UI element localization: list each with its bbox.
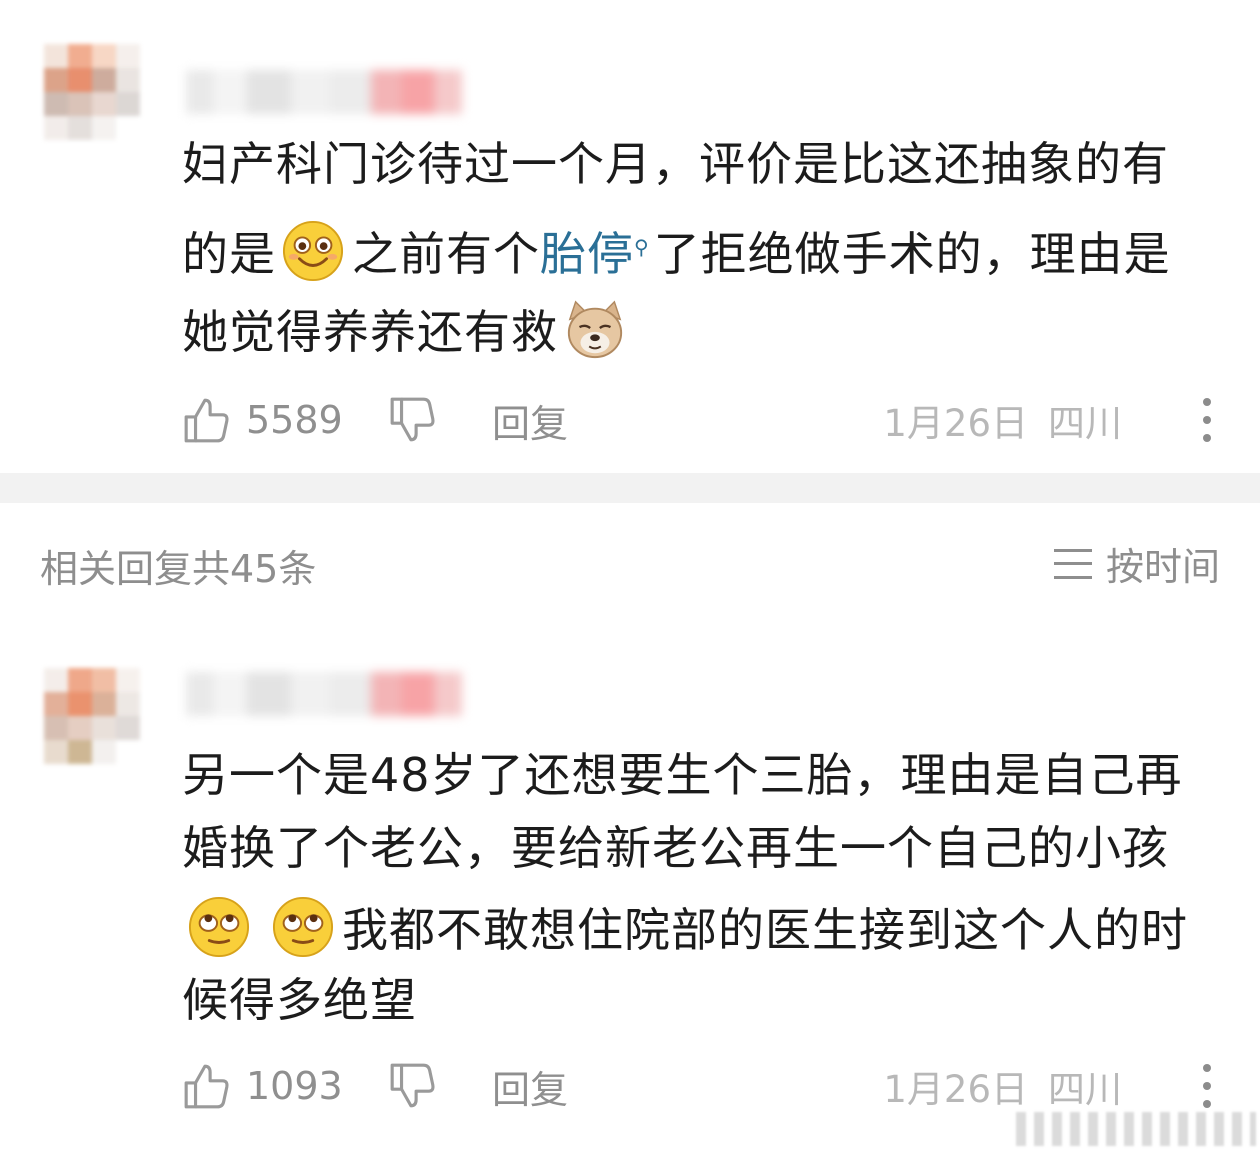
comment-text: 的是: [182, 227, 276, 281]
comment-text-line: 妇产科门诊待过一个月，评价是比这还抽象的有: [182, 137, 1169, 191]
replies-count-header: 相关回复共45条: [40, 547, 317, 591]
thumbs-down-icon: [390, 397, 435, 442]
search-icon[interactable]: ⚲: [634, 235, 650, 259]
comment-location: 四川: [1048, 1068, 1122, 1111]
reply-button[interactable]: 回复: [492, 1056, 568, 1116]
smile-emoji-icon: [282, 220, 344, 282]
username-blurred[interactable]: [186, 70, 462, 114]
comment-text: 了拒绝做手术的，理由是: [653, 227, 1171, 281]
like-count: 1093: [246, 1064, 343, 1108]
comment-text-line: 的是 之前有个胎停⚲了拒绝做手术的，理由是: [182, 205, 1171, 297]
dislike-button[interactable]: [388, 1056, 438, 1116]
comment-text-line: 她觉得养养还有救: [182, 290, 634, 375]
username-blurred[interactable]: [186, 672, 462, 716]
comment-text-line: 婚换了个老公，要给新老公再生一个自己的小孩: [182, 821, 1169, 875]
sort-button[interactable]: 按时间: [1053, 536, 1220, 591]
avatar[interactable]: [44, 668, 140, 764]
comment-date: 1月26日: [883, 402, 1028, 445]
like-button[interactable]: 1093: [182, 1056, 343, 1116]
thumbs-up-icon: [184, 398, 229, 443]
avatar[interactable]: [44, 44, 140, 140]
comment-text: 我都不敢想住院部的医生接到这个人的时: [342, 903, 1188, 957]
thumbs-up-icon: [184, 1064, 229, 1109]
comment-text-line: 候得多绝望: [182, 973, 417, 1027]
more-vertical-icon[interactable]: [1200, 1064, 1214, 1108]
rolling-eyes-emoji-icon: [272, 896, 334, 958]
like-button[interactable]: 5589: [182, 390, 343, 450]
sort-label: 按时间: [1105, 545, 1220, 589]
comment-text: 之前有个: [352, 227, 540, 281]
comment-meta: 1月26日 四川: [883, 390, 1122, 450]
thumbs-down-icon: [390, 1063, 435, 1108]
keyword-link[interactable]: 胎停: [540, 227, 634, 281]
more-vertical-icon[interactable]: [1200, 398, 1214, 442]
comment-location: 四川: [1048, 402, 1122, 445]
section-divider: [0, 473, 1260, 503]
like-count: 5589: [246, 398, 343, 442]
comment-text: 她觉得养养还有救: [182, 305, 558, 359]
reply-button[interactable]: 回复: [492, 390, 568, 450]
comment-date: 1月26日: [883, 1068, 1028, 1111]
sort-lines-icon: [1053, 548, 1092, 579]
rolling-eyes-emoji-icon: [188, 896, 250, 958]
dislike-button[interactable]: [388, 390, 438, 450]
comment-actions: 1093 回复 1月26日 四川: [182, 1056, 1222, 1116]
watermark-blurred: [1016, 1112, 1256, 1146]
doge-emoji-icon: [567, 300, 623, 359]
comment-actions: 5589 回复 1月26日 四川: [182, 390, 1222, 450]
comment-meta: 1月26日 四川: [883, 1056, 1122, 1116]
